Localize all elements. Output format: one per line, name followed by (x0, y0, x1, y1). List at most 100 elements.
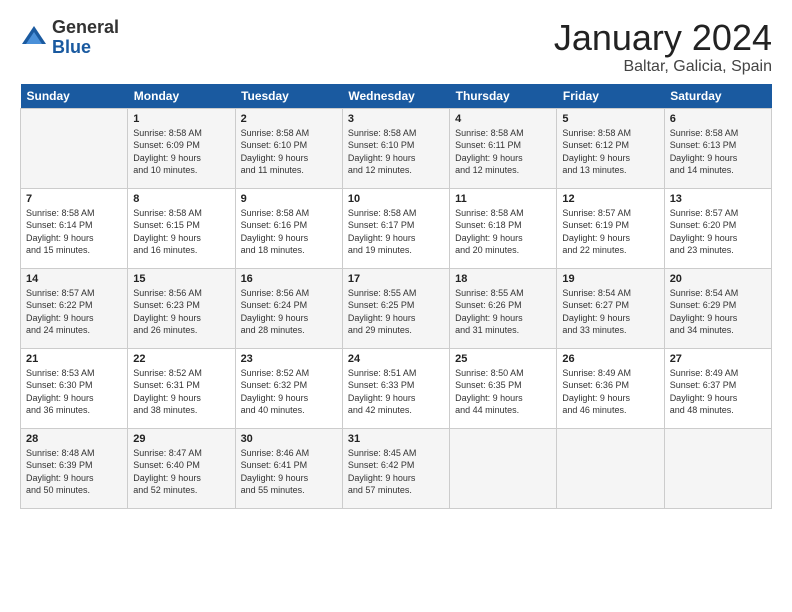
week-row-1: 7 Sunrise: 8:58 AMSunset: 6:14 PMDaylight… (21, 188, 772, 268)
header-cell-tuesday: Tuesday (235, 84, 342, 109)
cell-info: Sunrise: 8:58 AMSunset: 6:15 PMDaylight:… (133, 207, 229, 257)
calendar-header: SundayMondayTuesdayWednesdayThursdayFrid… (21, 84, 772, 109)
location: Baltar, Galicia, Spain (554, 58, 772, 76)
cell-info: Sunrise: 8:58 AMSunset: 6:12 PMDaylight:… (562, 127, 658, 177)
cell-info: Sunrise: 8:53 AMSunset: 6:30 PMDaylight:… (26, 367, 122, 417)
day-number: 9 (241, 193, 337, 205)
cell-info: Sunrise: 8:45 AMSunset: 6:42 PMDaylight:… (348, 447, 444, 497)
cell-info: Sunrise: 8:49 AMSunset: 6:36 PMDaylight:… (562, 367, 658, 417)
calendar-cell: 25 Sunrise: 8:50 AMSunset: 6:35 PMDayligh… (450, 348, 557, 428)
calendar-cell: 17 Sunrise: 8:55 AMSunset: 6:25 PMDayligh… (342, 268, 449, 348)
day-number: 28 (26, 433, 122, 445)
calendar-cell: 27Sunrise: 8:49 AMSunset: 6:37 PMDayligh… (664, 348, 771, 428)
cell-info: Sunrise: 8:56 AMSunset: 6:23 PMDaylight:… (133, 287, 229, 337)
logo-general: General (52, 18, 119, 38)
calendar-cell: 16 Sunrise: 8:56 AMSunset: 6:24 PMDayligh… (235, 268, 342, 348)
day-number: 15 (133, 273, 229, 285)
calendar-cell: 30 Sunrise: 8:46 AMSunset: 6:41 PMDayligh… (235, 428, 342, 508)
cell-info: Sunrise: 8:55 AMSunset: 6:26 PMDaylight:… (455, 287, 551, 337)
calendar-cell: 21 Sunrise: 8:53 AMSunset: 6:30 PMDayligh… (21, 348, 128, 428)
header-cell-sunday: Sunday (21, 84, 128, 109)
header-cell-saturday: Saturday (664, 84, 771, 109)
cell-info: Sunrise: 8:52 AMSunset: 6:32 PMDaylight:… (241, 367, 337, 417)
calendar-cell: 20 Sunrise: 8:54 AMSunset: 6:29 PMDayligh… (664, 268, 771, 348)
day-number: 2 (241, 113, 337, 125)
calendar-cell: 18 Sunrise: 8:55 AMSunset: 6:26 PMDayligh… (450, 268, 557, 348)
calendar-cell: 15 Sunrise: 8:56 AMSunset: 6:23 PMDayligh… (128, 268, 235, 348)
header-cell-thursday: Thursday (450, 84, 557, 109)
header-cell-friday: Friday (557, 84, 664, 109)
cell-info: Sunrise: 8:58 AMSunset: 6:10 PMDaylight:… (241, 127, 337, 177)
day-number: 17 (348, 273, 444, 285)
day-number: 31 (348, 433, 444, 445)
header: General Blue January 2024 Baltar, Galici… (20, 18, 772, 76)
cell-info: Sunrise: 8:54 AMSunset: 6:27 PMDaylight:… (562, 287, 658, 337)
day-number: 1 (133, 113, 229, 125)
day-number: 16 (241, 273, 337, 285)
day-number: 7 (26, 193, 122, 205)
calendar-cell: 29Sunrise: 8:47 AMSunset: 6:40 PMDayligh… (128, 428, 235, 508)
calendar-cell: 14 Sunrise: 8:57 AMSunset: 6:22 PMDayligh… (21, 268, 128, 348)
calendar-cell: 23 Sunrise: 8:52 AMSunset: 6:32 PMDayligh… (235, 348, 342, 428)
cell-info: Sunrise: 8:58 AMSunset: 6:18 PMDaylight:… (455, 207, 551, 257)
calendar-cell: 26 Sunrise: 8:49 AMSunset: 6:36 PMDayligh… (557, 348, 664, 428)
day-number: 3 (348, 113, 444, 125)
day-number: 22 (133, 353, 229, 365)
day-number: 23 (241, 353, 337, 365)
day-number: 6 (670, 113, 766, 125)
calendar-cell: 13Sunrise: 8:57 AMSunset: 6:20 PMDayligh… (664, 188, 771, 268)
title-block: January 2024 Baltar, Galicia, Spain (554, 18, 772, 76)
cell-info: Sunrise: 8:46 AMSunset: 6:41 PMDaylight:… (241, 447, 337, 497)
calendar-cell: 9Sunrise: 8:58 AMSunset: 6:16 PMDaylight… (235, 188, 342, 268)
calendar-table: SundayMondayTuesdayWednesdayThursdayFrid… (20, 84, 772, 509)
logo: General Blue (20, 18, 119, 58)
page: General Blue January 2024 Baltar, Galici… (0, 0, 792, 612)
day-number: 19 (562, 273, 658, 285)
calendar-body: 1Sunrise: 8:58 AMSunset: 6:09 PMDaylight… (21, 108, 772, 508)
calendar-cell (450, 428, 557, 508)
day-number: 21 (26, 353, 122, 365)
cell-info: Sunrise: 8:58 AMSunset: 6:17 PMDaylight:… (348, 207, 444, 257)
cell-info: Sunrise: 8:50 AMSunset: 6:35 PMDaylight:… (455, 367, 551, 417)
calendar-cell: 8 Sunrise: 8:58 AMSunset: 6:15 PMDaylight… (128, 188, 235, 268)
day-number: 30 (241, 433, 337, 445)
day-number: 10 (348, 193, 444, 205)
calendar-cell: 28Sunrise: 8:48 AMSunset: 6:39 PMDayligh… (21, 428, 128, 508)
day-number: 4 (455, 113, 551, 125)
cell-info: Sunrise: 8:52 AMSunset: 6:31 PMDaylight:… (133, 367, 229, 417)
calendar-cell: 11Sunrise: 8:58 AMSunset: 6:18 PMDayligh… (450, 188, 557, 268)
calendar-cell: 5Sunrise: 8:58 AMSunset: 6:12 PMDaylight… (557, 108, 664, 188)
calendar-cell: 7 Sunrise: 8:58 AMSunset: 6:14 PMDaylight… (21, 188, 128, 268)
day-number: 8 (133, 193, 229, 205)
logo-blue: Blue (52, 38, 119, 58)
day-number: 24 (348, 353, 444, 365)
calendar-cell (664, 428, 771, 508)
week-row-3: 21 Sunrise: 8:53 AMSunset: 6:30 PMDayligh… (21, 348, 772, 428)
day-number: 26 (562, 353, 658, 365)
logo-icon (20, 24, 48, 52)
logo-text: General Blue (52, 18, 119, 58)
cell-info: Sunrise: 8:56 AMSunset: 6:24 PMDaylight:… (241, 287, 337, 337)
cell-info: Sunrise: 8:58 AMSunset: 6:13 PMDaylight:… (670, 127, 766, 177)
week-row-2: 14 Sunrise: 8:57 AMSunset: 6:22 PMDayligh… (21, 268, 772, 348)
week-row-4: 28Sunrise: 8:48 AMSunset: 6:39 PMDayligh… (21, 428, 772, 508)
day-number: 20 (670, 273, 766, 285)
day-number: 13 (670, 193, 766, 205)
cell-info: Sunrise: 8:54 AMSunset: 6:29 PMDaylight:… (670, 287, 766, 337)
day-number: 25 (455, 353, 551, 365)
calendar-cell (557, 428, 664, 508)
calendar-cell: 31 Sunrise: 8:45 AMSunset: 6:42 PMDayligh… (342, 428, 449, 508)
cell-info: Sunrise: 8:57 AMSunset: 6:22 PMDaylight:… (26, 287, 122, 337)
cell-info: Sunrise: 8:58 AMSunset: 6:10 PMDaylight:… (348, 127, 444, 177)
calendar-cell: 2 Sunrise: 8:58 AMSunset: 6:10 PMDaylight… (235, 108, 342, 188)
day-number: 29 (133, 433, 229, 445)
header-cell-wednesday: Wednesday (342, 84, 449, 109)
month-title: January 2024 (554, 18, 772, 58)
day-number: 18 (455, 273, 551, 285)
cell-info: Sunrise: 8:55 AMSunset: 6:25 PMDaylight:… (348, 287, 444, 337)
day-number: 14 (26, 273, 122, 285)
cell-info: Sunrise: 8:58 AMSunset: 6:14 PMDaylight:… (26, 207, 122, 257)
cell-info: Sunrise: 8:57 AMSunset: 6:19 PMDaylight:… (562, 207, 658, 257)
calendar-cell: 3 Sunrise: 8:58 AMSunset: 6:10 PMDaylight… (342, 108, 449, 188)
calendar-cell: 12Sunrise: 8:57 AMSunset: 6:19 PMDayligh… (557, 188, 664, 268)
